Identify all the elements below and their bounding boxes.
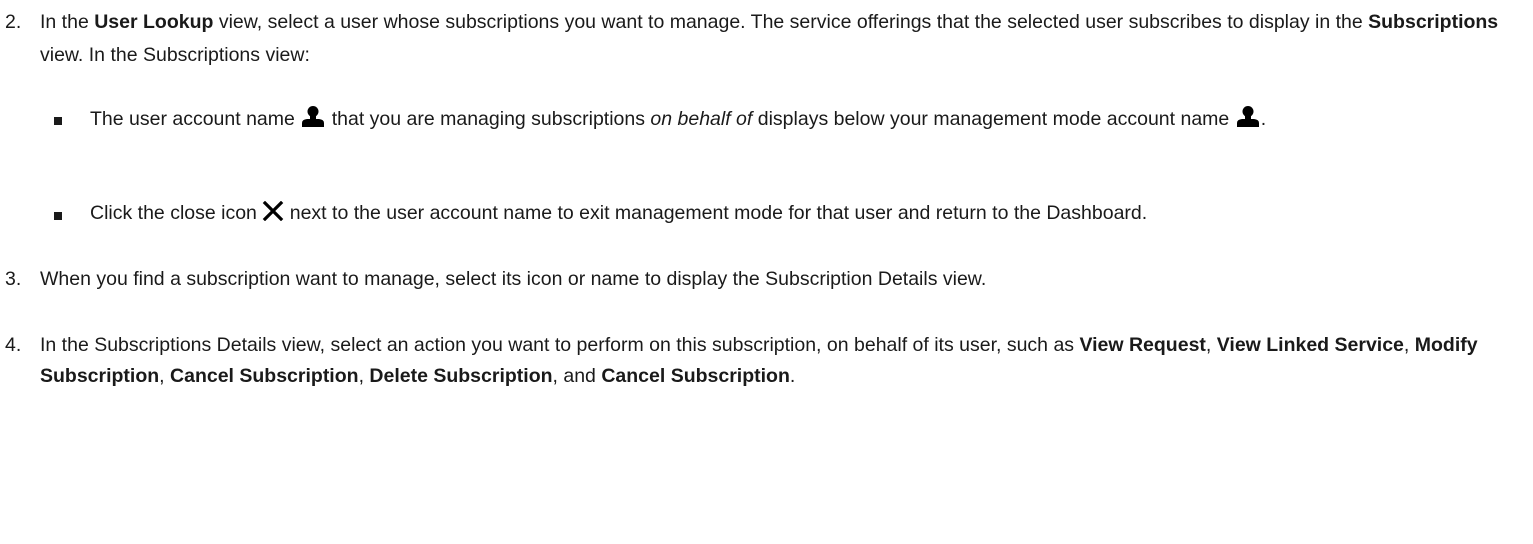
text: In the xyxy=(40,11,95,33)
text: view. In the Subscriptions view: xyxy=(40,44,310,66)
text: , xyxy=(1403,334,1415,356)
bullet-user-account: The user account name that you are manag… xyxy=(40,102,1521,136)
text: . xyxy=(1260,108,1267,130)
close-icon xyxy=(262,201,284,221)
text: next to the user account name to exit ma… xyxy=(284,202,1148,224)
on-behalf-of-text: on behalf of xyxy=(650,108,753,130)
text: displays below your management mode acco… xyxy=(752,108,1235,130)
bullet-marker xyxy=(54,117,62,125)
text: , xyxy=(1205,334,1217,356)
bullet-text: The user account name that you are manag… xyxy=(90,102,1521,136)
step-text: In the User Lookup view, select a user w… xyxy=(40,6,1521,72)
step-3: 3. When you find a subscription want to … xyxy=(0,263,1521,296)
step-number: 3. xyxy=(5,268,22,290)
text: In the Subscriptions Details view, selec… xyxy=(40,334,1080,356)
text: view, select a user whose subscriptions … xyxy=(213,11,1369,33)
text: , xyxy=(159,365,171,387)
cancel-subscription-term: Cancel Subscription xyxy=(170,365,359,387)
step-text: When you find a subscription want to man… xyxy=(40,268,987,290)
step-text: In the Subscriptions Details view, selec… xyxy=(40,330,1521,392)
cancel-subscription-term: Cancel Subscription xyxy=(601,365,790,387)
text: . xyxy=(789,365,796,387)
step-number: 2. xyxy=(5,11,22,33)
text: , and xyxy=(552,365,602,387)
text: that you are managing subscriptions xyxy=(326,108,651,130)
bullet-text: Click the close icon next to the user ac… xyxy=(90,197,1521,230)
step-number: 4. xyxy=(5,334,22,356)
text: , xyxy=(358,365,370,387)
delete-subscription-term: Delete Subscription xyxy=(369,365,553,387)
step-2: 2. In the User Lookup view, select a use… xyxy=(0,6,1521,72)
step-4: 4. In the Subscriptions Details view, se… xyxy=(0,330,1521,392)
view-request-term: View Request xyxy=(1079,334,1206,356)
view-linked-service-term: View Linked Service xyxy=(1216,334,1404,356)
text: The user account name xyxy=(90,108,301,130)
subscriptions-term: Subscriptions xyxy=(1368,11,1499,33)
user-icon xyxy=(300,105,326,127)
user-icon xyxy=(1235,105,1261,127)
user-lookup-term: User Lookup xyxy=(94,11,214,33)
bullet-marker xyxy=(54,212,62,220)
bullet-close-icon: Click the close icon next to the user ac… xyxy=(40,197,1521,230)
text: Click the close icon xyxy=(90,202,263,224)
